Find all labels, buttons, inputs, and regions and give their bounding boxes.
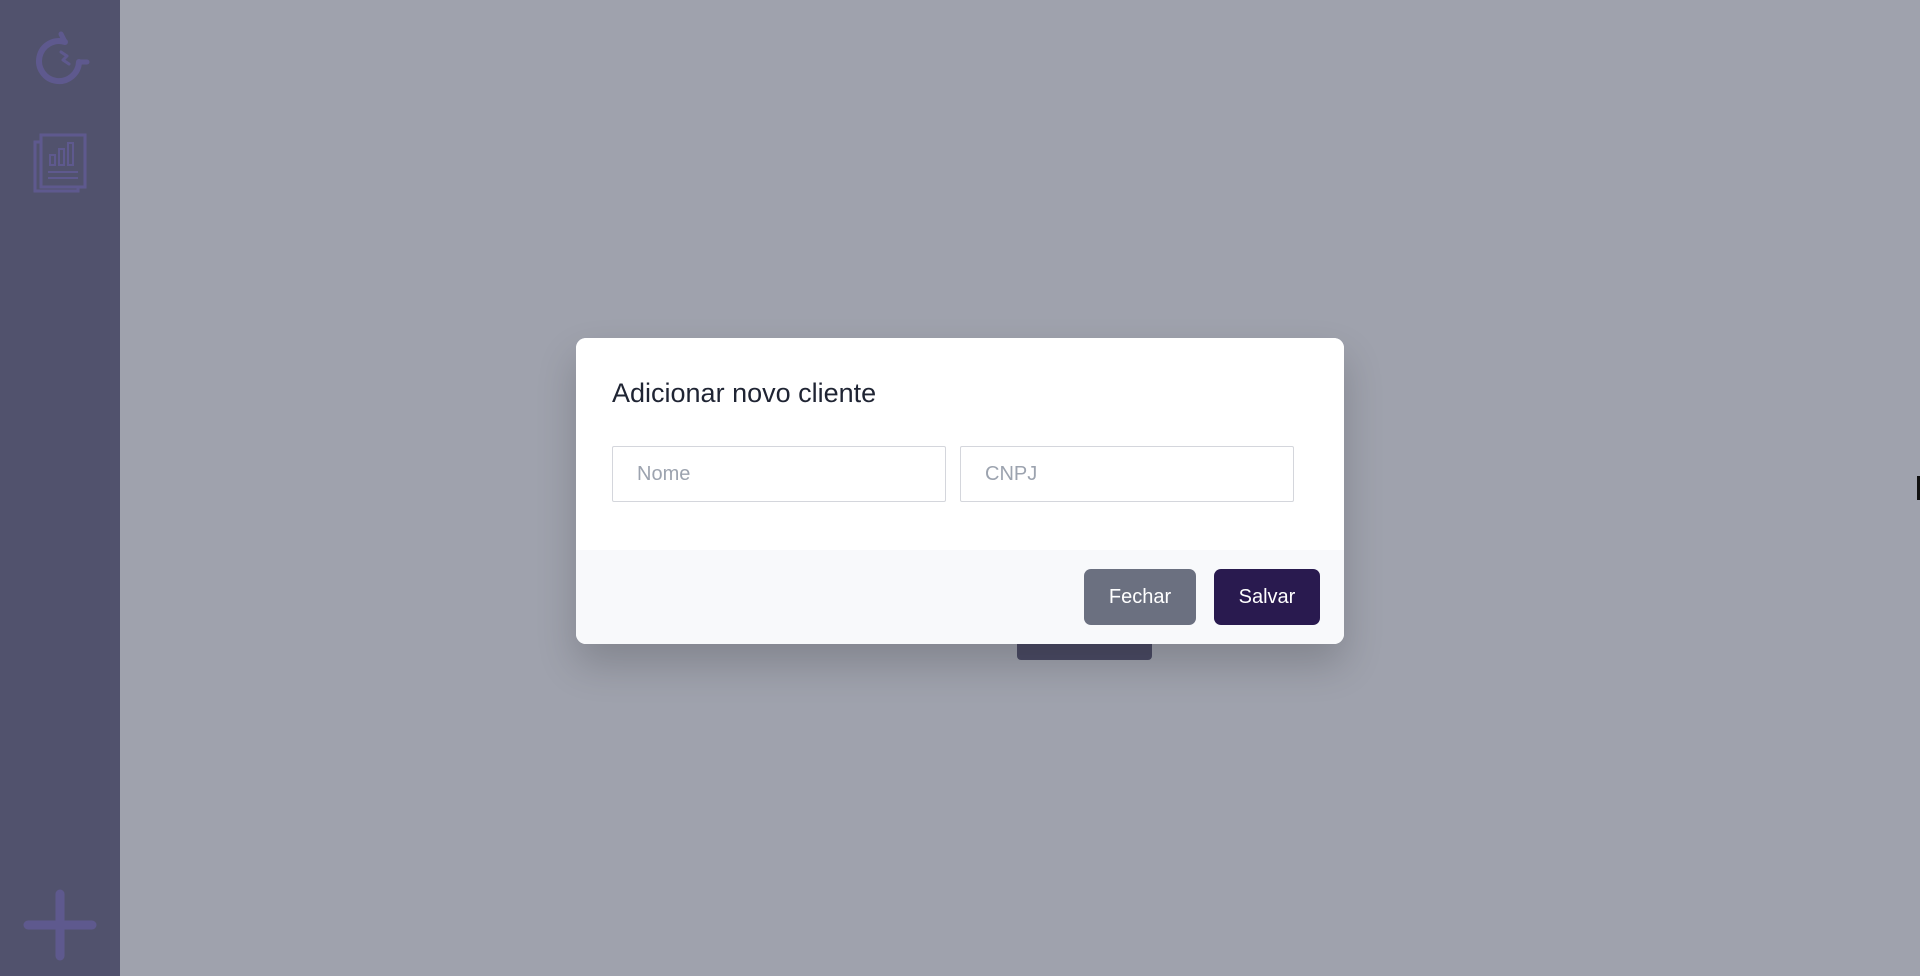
app: Adicionar novo cliente Fechar Salvar [0,0,1920,976]
nome-input[interactable] [612,446,946,502]
cnpj-input[interactable] [960,446,1294,502]
modal-footer: Fechar Salvar [576,550,1344,644]
add-client-modal: Adicionar novo cliente Fechar Salvar [576,338,1344,644]
modal-body: Adicionar novo cliente [576,338,1344,550]
modal-title: Adicionar novo cliente [612,378,877,408]
close-button[interactable]: Fechar [1084,569,1196,625]
save-button[interactable]: Salvar [1214,569,1320,625]
